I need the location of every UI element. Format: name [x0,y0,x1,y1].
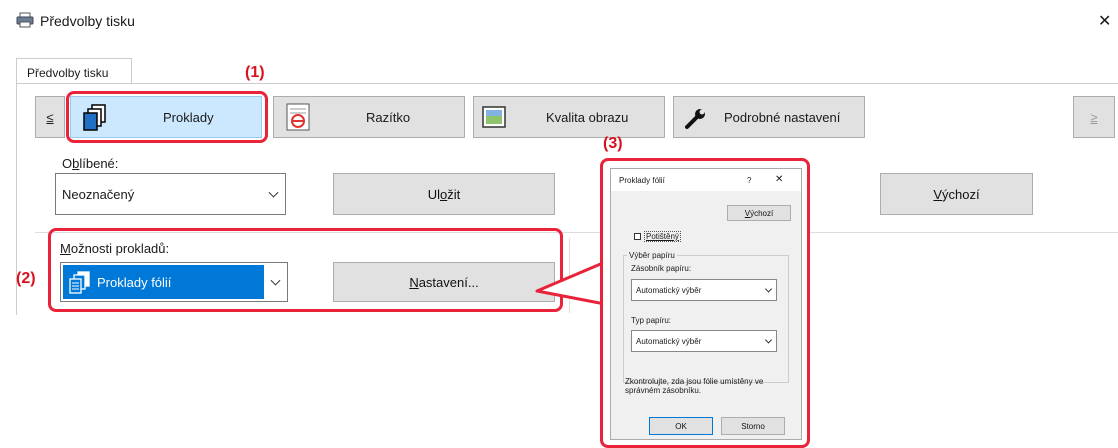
type-value: Automatický výběr [636,336,702,346]
stamp-icon [286,103,310,134]
tab-print-preferences[interactable]: Předvolby tisku [16,58,132,84]
dialog-close-button[interactable]: ✕ [775,174,783,185]
save-button[interactable]: Uložit [333,173,555,215]
printer-icon [16,12,34,31]
cancel-button[interactable]: Storno [721,417,785,435]
title-bar: Předvolby tisku ✕ [0,0,1118,44]
tray-label: Zásobník papíru: [631,264,692,273]
callout-2-label: (2) [16,270,36,287]
window-close-button[interactable]: ✕ [1098,11,1111,31]
callout-1-box [66,91,268,143]
wrench-icon [684,106,708,133]
callout-3-label: (3) [603,135,623,152]
dialog-title: Proklady fólií [619,176,665,185]
prev-label: ≤ [46,109,54,125]
next-label: ≥ [1090,109,1098,125]
chevron-down-icon [268,187,279,198]
chevron-down-icon [764,336,773,344]
printed-label: Potištěný [644,231,681,242]
tray-value: Automatický výběr [636,285,702,295]
dialog-default-button[interactable]: Výchozí [727,205,791,221]
callout-2-box [48,228,563,312]
toolbar-item-label: Podrobné nastavení [724,110,841,125]
chevron-down-icon [764,285,773,293]
ok-button[interactable]: OK [649,417,713,435]
group-label: Výběr papíru [627,251,677,260]
default-button[interactable]: Výchozí [880,173,1033,215]
tray-select[interactable]: Automatický výběr [631,279,777,301]
favorites-select[interactable]: Neoznačený [55,173,286,215]
tab-label: Předvolby tisku [27,66,109,80]
dialog-title-bar: Proklady fólií ? ✕ [611,169,801,191]
favorites-value: Neoznačený [62,186,135,202]
callout-1-label: (1) [245,64,265,81]
toolbar-item-label: Razítko [366,110,411,125]
printed-checkbox[interactable] [634,233,641,240]
toolbar-item-razitko[interactable]: Razítko [273,96,465,138]
window-title: Předvolby tisku [40,13,135,29]
type-select[interactable]: Automatický výběr [631,330,777,352]
help-icon[interactable]: ? [747,176,751,185]
toolbar-item-label: Kvalita obrazu [546,110,629,125]
image-quality-icon [482,106,506,131]
toolbar-item-podrobne[interactable]: Podrobné nastavení [673,96,865,138]
dialog-insert-transparency: Proklady fólií ? ✕ Výchozí Potištěný Výb… [610,168,802,440]
favorites-label: Oblíbené: [62,156,119,171]
type-label: Typ papíru: [631,316,672,325]
toolbar-prev-button[interactable]: ≤ [35,96,65,138]
dialog-note: Zkontrolujte, zda jsou fólie umístěny ve… [625,377,764,395]
toolbar-next-button[interactable]: ≥ [1073,96,1115,138]
toolbar-item-kvalita[interactable]: Kvalita obrazu [473,96,665,138]
